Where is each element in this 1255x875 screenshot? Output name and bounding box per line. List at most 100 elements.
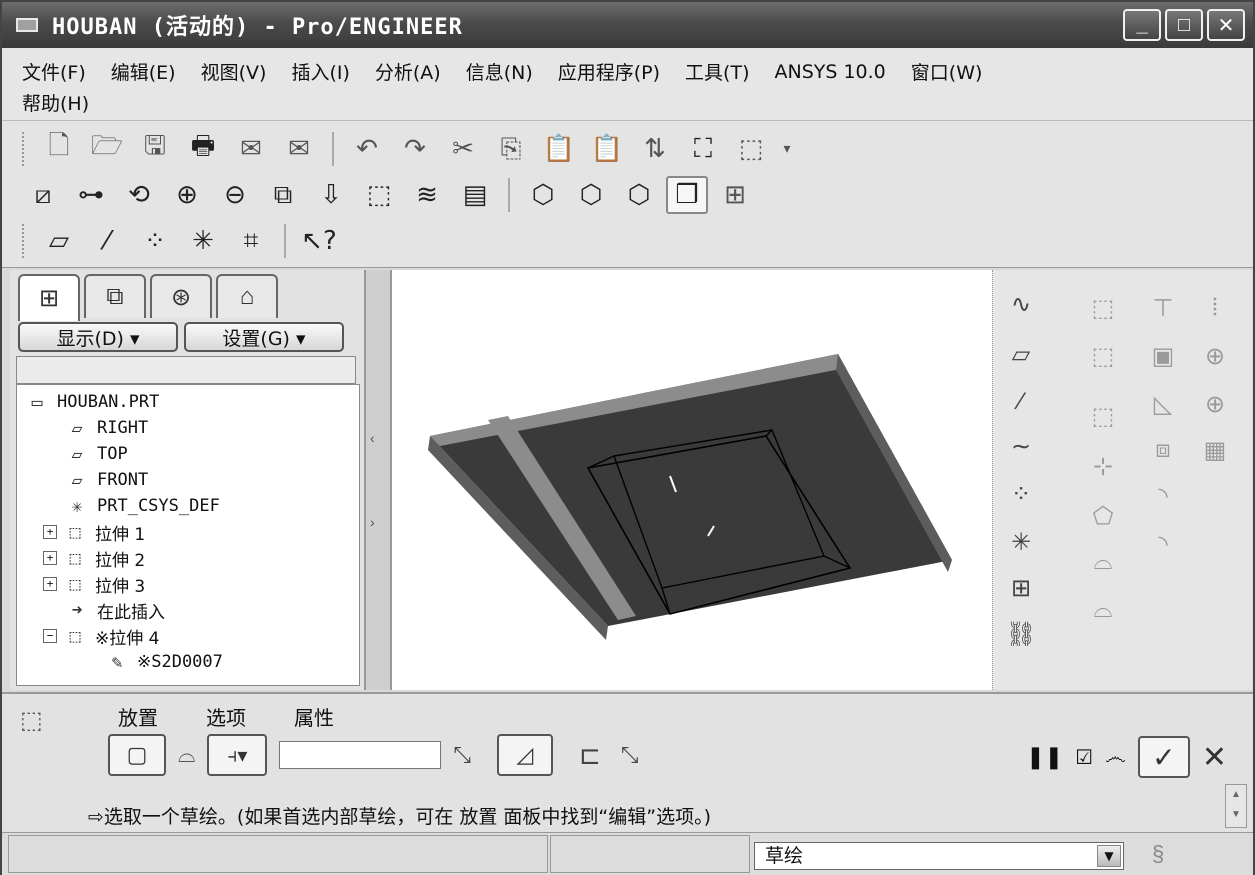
tab-connections[interactable]: ⌂ <box>216 274 278 318</box>
selection-filter-dropdown[interactable]: 草绘 ▼ <box>754 842 1124 870</box>
thicken-button[interactable]: ⊏ <box>579 740 601 771</box>
send-mail-attach-icon[interactable]: ✉ <box>278 130 320 168</box>
menu-tools[interactable]: 工具(T) <box>685 58 749 85</box>
chain-tool-icon[interactable]: ⛓ <box>999 614 1043 654</box>
datum-axis-display-icon[interactable]: ⁄ <box>86 222 128 260</box>
tree-node[interactable]: ▭ HOUBAN.PRT <box>23 389 359 415</box>
menu-ansys[interactable]: ANSYS 10.0 <box>774 61 885 83</box>
cancel-button[interactable]: ✕ <box>1202 740 1227 775</box>
context-help-icon[interactable]: ↖? <box>298 222 340 260</box>
tree-node[interactable]: + ⬚ 拉伸 2 <box>23 545 359 571</box>
tree-node[interactable]: + ⬚ 拉伸 3 <box>23 571 359 597</box>
depth-value-input[interactable] <box>279 741 442 769</box>
zoom-in-icon[interactable]: ⊕ <box>166 176 208 214</box>
layers-icon[interactable]: ≋ <box>406 176 448 214</box>
sketched-curve-icon[interactable]: ∿ <box>999 284 1043 324</box>
warp-tool-icon[interactable]: ⬠ <box>1081 496 1125 536</box>
edge-chamfer-tool-icon[interactable]: ◝ <box>1141 524 1185 564</box>
open-folder-icon[interactable]: 🗁 <box>86 130 128 168</box>
tab-favorites[interactable]: ⊛ <box>150 274 212 318</box>
model-tree-toggle-icon[interactable]: ⊞ <box>714 176 756 214</box>
expand-icon[interactable]: + <box>43 525 57 539</box>
pattern-tool-icon[interactable]: ⊹ <box>1081 446 1125 486</box>
annotation-display-icon[interactable]: ⌗ <box>230 222 272 260</box>
preview-checkbox[interactable]: ☑ <box>1075 745 1093 770</box>
send-mail-icon[interactable]: ✉ <box>230 130 272 168</box>
tree-node[interactable]: + ⬚ 拉伸 1 <box>23 519 359 545</box>
menu-analysis[interactable]: 分析(A) <box>375 58 441 85</box>
solid-toggle-button[interactable]: ▢ <box>108 734 166 776</box>
fill-tool-icon[interactable]: ⌓ <box>1081 590 1125 630</box>
tree-node[interactable]: ▱ RIGHT <box>23 415 359 441</box>
tab-model-tree[interactable]: ⊞ <box>18 274 80 321</box>
tab-folder-browser[interactable]: ⧉ <box>84 274 146 318</box>
csys-tool-icon[interactable]: ✳ <box>999 522 1043 562</box>
menu-insert[interactable]: 插入(I) <box>291 58 349 85</box>
spin-center-icon[interactable]: ⊶ <box>70 176 112 214</box>
tree-node[interactable]: ➜ 在此插入 <box>23 597 359 623</box>
datum-point-tool-icon[interactable]: ⁘ <box>999 474 1043 514</box>
menu-info[interactable]: 信息(N) <box>466 58 533 85</box>
flip-direction-button[interactable]: ⤡ <box>453 742 471 768</box>
view-manager-icon[interactable]: ▤ <box>454 176 496 214</box>
datum-plane-display-icon[interactable]: ▱ <box>38 222 80 260</box>
no-hidden-icon[interactable]: ⬡ <box>618 176 660 214</box>
tree-node[interactable]: − ⬚ ※拉伸 4 <box>23 623 359 649</box>
settings-dropdown[interactable]: 设置(G) ▾ <box>184 322 344 352</box>
extrude-tool-icon[interactable]: ⬚ <box>1081 288 1125 328</box>
close-button[interactable]: ✕ <box>1207 9 1245 41</box>
round-tool-icon[interactable]: ⊕ <box>1193 384 1237 424</box>
orient-mode-icon[interactable]: ⟲ <box>118 176 160 214</box>
redo-icon[interactable]: ↷ <box>394 130 436 168</box>
surface-toggle-button[interactable]: ⌓ <box>178 742 195 768</box>
select-dropdown-chevron-icon[interactable]: ▾ <box>778 130 796 168</box>
shell-tool-icon[interactable]: ▣ <box>1141 336 1185 376</box>
csys-display-icon[interactable]: ✳ <box>182 222 224 260</box>
refit-icon[interactable]: ⧉ <box>262 176 304 214</box>
panel-splitter[interactable]: ‹ › <box>364 270 392 690</box>
hidden-line-icon[interactable]: ⬡ <box>570 176 612 214</box>
datum-axis-tool-icon[interactable]: ⁄ <box>999 382 1043 422</box>
datum-plane-tool-icon[interactable]: ▱ <box>999 334 1043 374</box>
shading-icon[interactable]: ❒ <box>666 176 708 214</box>
tree-node[interactable]: ✎ ※S2D0007 <box>23 649 359 675</box>
sweep-tool-icon[interactable]: ⬚ <box>1081 336 1125 376</box>
remove-material-button[interactable]: ◿ <box>497 734 554 776</box>
menu-help[interactable]: 帮助(H) <box>22 89 89 116</box>
zoom-out-icon[interactable]: ⊖ <box>214 176 256 214</box>
grid-tool-icon[interactable]: ▦ <box>1193 430 1237 470</box>
menu-applications[interactable]: 应用程序(P) <box>558 58 660 85</box>
chevron-down-icon[interactable]: ▼ <box>1097 845 1121 867</box>
app-icon[interactable] <box>16 18 38 32</box>
analysis-tool-icon[interactable]: ⊞ <box>999 568 1043 608</box>
select-box-icon[interactable]: ⬚ <box>730 130 772 168</box>
toolbar-grip[interactable] <box>22 132 26 166</box>
thicken-flip-button[interactable]: ⤡ <box>621 742 639 768</box>
collapse-icon[interactable]: − <box>43 629 57 643</box>
edge-round-tool-icon[interactable]: ◝ <box>1141 476 1185 516</box>
display-dropdown[interactable]: 显示(D) ▾ <box>18 322 178 352</box>
cut-icon[interactable]: ✂ <box>442 130 484 168</box>
expand-icon[interactable]: + <box>43 551 57 565</box>
datum-curve-tool-icon[interactable]: ∼ <box>999 426 1043 466</box>
model-3d-view[interactable] <box>392 270 992 690</box>
saved-views-icon[interactable]: ⬚ <box>358 176 400 214</box>
tree-node[interactable]: ▱ FRONT <box>23 467 359 493</box>
save-icon[interactable]: 🖫 <box>134 130 176 168</box>
tree-node[interactable]: ▱ TOP <box>23 441 359 467</box>
tab-properties[interactable]: 属性 <box>294 702 334 731</box>
repaint-icon[interactable]: ⧄ <box>22 176 64 214</box>
revolve-tool-icon[interactable]: ⊤ <box>1141 288 1185 328</box>
tree-node[interactable]: ✳ PRT_CSYS_DEF <box>23 493 359 519</box>
chamfer-tool-icon[interactable]: ⧈ <box>1141 430 1185 470</box>
verify-button[interactable]: ෴ <box>1105 744 1126 770</box>
tab-placement[interactable]: 放置 <box>118 702 158 731</box>
maximize-button[interactable]: □ <box>1165 9 1203 41</box>
boundary-blend-tool-icon[interactable]: ⌓ <box>1081 542 1125 582</box>
graphics-window[interactable] <box>392 270 992 690</box>
new-file-icon[interactable]: 🗋 <box>38 130 80 168</box>
rib-tool-icon[interactable]: ⬚ <box>1081 396 1125 436</box>
datum-point-display-icon[interactable]: ⁘ <box>134 222 176 260</box>
menu-window[interactable]: 窗口(W) <box>911 58 983 85</box>
copy-icon[interactable]: ⎘ <box>490 130 532 168</box>
